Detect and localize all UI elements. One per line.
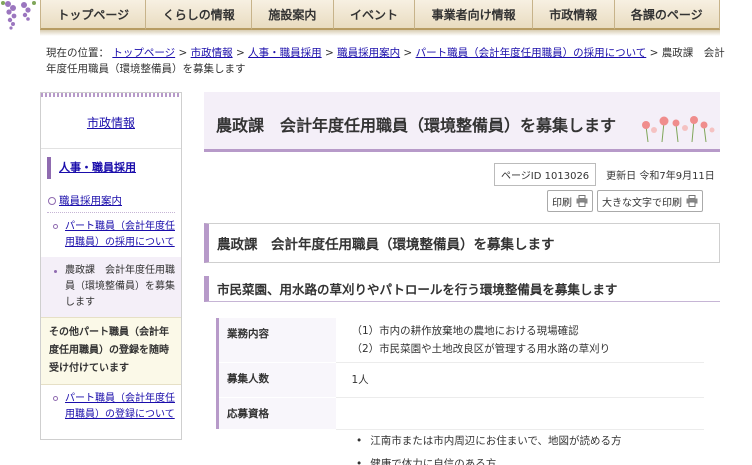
breadcrumb-sep: >: [400, 47, 416, 59]
sidebar-item-part-time[interactable]: パート職員（会計年度任用職員）の採用について: [41, 213, 181, 257]
nav-business-info[interactable]: 事業者向け情報: [415, 0, 533, 30]
sidebar: 市政情報 人事・職員採用 職員採用案内 パート職員（会計年度任用職員）の採用につ…: [40, 92, 182, 440]
breadcrumb-prefix: 現在の位置：: [46, 47, 109, 59]
wisteria-decoration-icon: [1, 1, 36, 30]
list-item: 健康で体力に自信のある方: [356, 453, 621, 465]
table-row: 応募資格: [216, 397, 704, 430]
recruitment-info-table: 業務内容 （1）市内の耕作放棄地の農地における現場確認 （2）市民菜園や土地改良…: [216, 318, 704, 430]
duties-value: （1）市内の耕作放棄地の農地における現場確認 （2）市民菜園や土地改良区が管理す…: [335, 318, 704, 363]
sidebar-section-title: その他パート職員（会計年度任用職員）の登録を随時受け付けています: [41, 317, 181, 385]
sidebar-item-registration-link[interactable]: パート職員（会計年度任用職員）の登録について: [65, 393, 175, 420]
sidebar-item-current: 農政課 会計年度任用職員（環境整備員）を募集します: [41, 257, 181, 317]
nav-events[interactable]: イベント: [333, 0, 416, 30]
qualifications-value: [335, 397, 704, 430]
breadcrumb-link-personnel[interactable]: 人事・職員採用: [248, 47, 322, 59]
duties-label: 業務内容: [216, 318, 336, 363]
page-id-badge: ページID 1013026: [494, 163, 597, 186]
large-print-button[interactable]: 大きな文字で印刷: [597, 190, 703, 212]
qualifications-list: 江南市または市内周辺にお住まいで、地図が読める方 健康で体力に自信のある方: [356, 430, 621, 465]
qualifications-label: 応募資格: [216, 397, 336, 429]
global-nav-bar: トップページ くらしの情報 施設案内 イベント 事業者向け情報 市政情報 各課の…: [0, 0, 752, 36]
table-row: 募集人数 1人: [216, 362, 704, 398]
breadcrumb-sep: >: [232, 47, 249, 59]
nav-city-admin[interactable]: 市政情報: [532, 0, 615, 30]
bullet-icon: [53, 396, 58, 401]
sidebar-item-recruitment[interactable]: 職員採用案内: [47, 189, 175, 213]
count-value: 1人: [335, 362, 704, 398]
printer-icon: [576, 195, 588, 207]
duty-item: （2）市民菜園や土地改良区が管理する用水路の草刈り: [351, 343, 611, 355]
page-title-banner: 農政課 会計年度任用職員（環境整備員）を募集します: [204, 92, 720, 152]
sidebar-item-personnel[interactable]: 人事・職員採用: [47, 157, 175, 179]
updated-date: 更新日 令和7年9月11日: [606, 171, 715, 182]
breadcrumb-sep: >: [175, 47, 191, 59]
breadcrumb-link-part-time[interactable]: パート職員（会計年度任用職員）の採用について: [416, 47, 647, 59]
subsection-heading: 市民菜園、用水路の草刈りやパトロールを行う環境整備員を募集します: [204, 276, 720, 302]
sidebar-item-current-label: 農政課 会計年度任用職員（環境整備員）を募集します: [65, 265, 175, 308]
flower-decoration-icon: [642, 116, 715, 142]
list-item: 江南市または市内周辺にお住まいで、地図が読める方: [356, 430, 621, 453]
section-heading: 農政課 会計年度任用職員（環境整備員）を募集します: [204, 223, 720, 263]
print-button[interactable]: 印刷: [547, 190, 593, 212]
nav-living-info[interactable]: くらしの情報: [146, 0, 253, 30]
nav-facilities[interactable]: 施設案内: [252, 0, 334, 30]
print-buttons: 印刷 大きな文字で印刷: [547, 190, 703, 212]
breadcrumb: 現在の位置： トップページ > 市政情報 > 人事・職員採用 > 職員採用案内 …: [46, 45, 726, 77]
page-meta: ページID 1013026 更新日 令和7年9月11日: [494, 163, 715, 186]
duty-item: （1）市内の耕作放棄地の農地における現場確認: [351, 325, 579, 337]
bullet-icon: [53, 224, 58, 229]
sidebar-item-registration[interactable]: パート職員（会計年度任用職員）の登録について: [41, 385, 181, 429]
count-label: 募集人数: [216, 362, 336, 398]
breadcrumb-sep: >: [321, 47, 338, 59]
bullet-icon: [54, 270, 57, 273]
sidebar-title-link[interactable]: 市政情報: [41, 97, 181, 149]
table-row: 業務内容 （1）市内の耕作放棄地の農地における現場確認 （2）市民菜園や土地改良…: [216, 318, 704, 363]
breadcrumb-sep: >: [646, 47, 662, 59]
printer-icon: [686, 195, 698, 207]
page-title: 農政課 会計年度任用職員（環境整備員）を募集します: [216, 116, 617, 135]
nav-top-page[interactable]: トップページ: [40, 0, 147, 30]
breadcrumb-link-recruitment[interactable]: 職員採用案内: [337, 47, 400, 59]
breadcrumb-link-top[interactable]: トップページ: [112, 47, 175, 59]
main-menu: トップページ くらしの情報 施設案内 イベント 事業者向け情報 市政情報 各課の…: [40, 0, 720, 30]
print-button-label: 印刷: [552, 197, 572, 209]
sidebar-item-part-time-link[interactable]: パート職員（会計年度任用職員）の採用について: [65, 221, 175, 248]
breadcrumb-link-city-admin[interactable]: 市政情報: [191, 47, 233, 59]
nav-departments[interactable]: 各課のページ: [614, 0, 720, 30]
large-print-button-label: 大きな文字で印刷: [602, 197, 682, 209]
nav-shadow: [40, 30, 720, 36]
